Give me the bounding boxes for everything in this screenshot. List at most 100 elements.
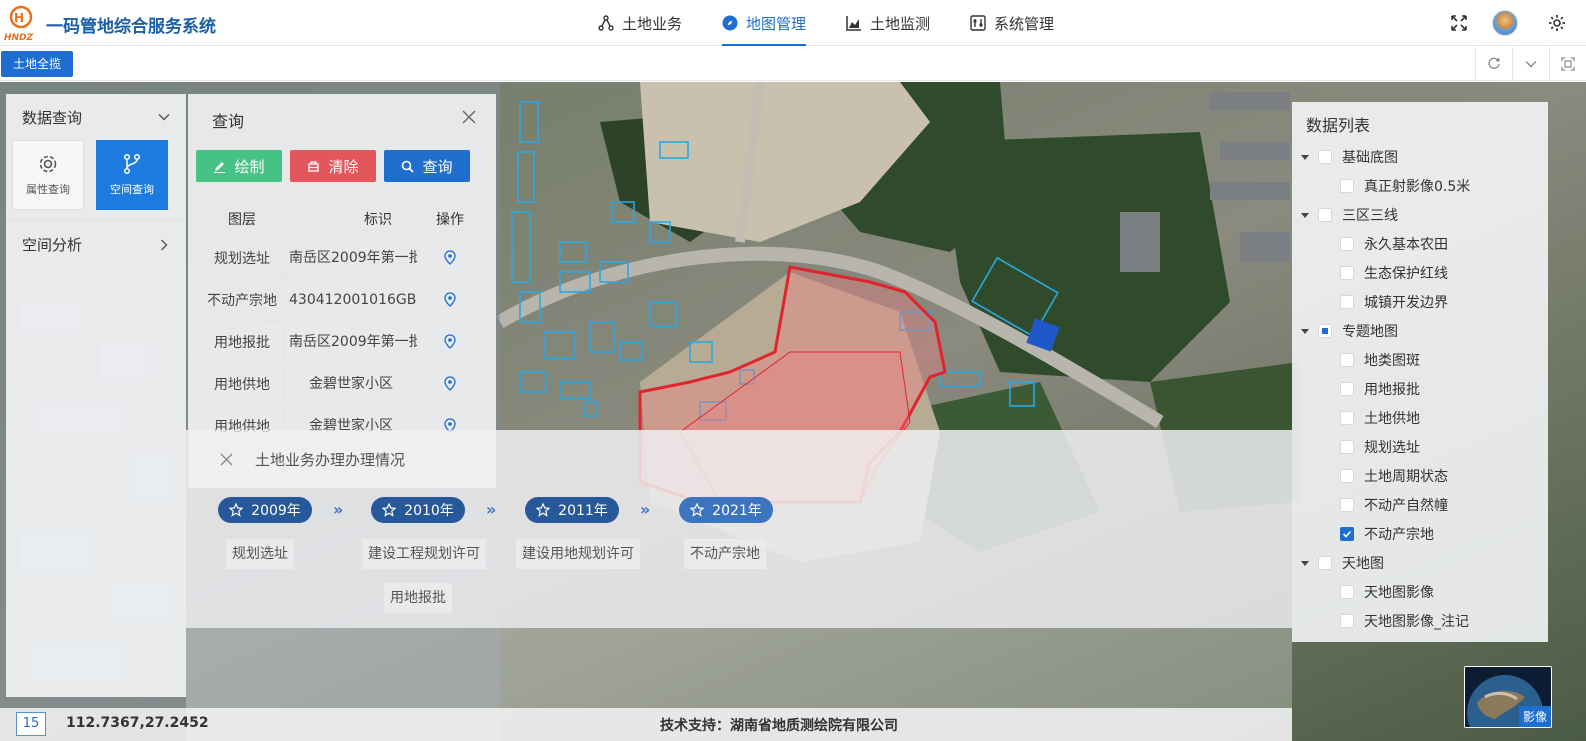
layer-checkbox[interactable]: [1340, 439, 1354, 454]
star-icon: [229, 503, 244, 517]
nav-land-monitoring[interactable]: 土地监测: [846, 0, 930, 46]
layer-checkbox[interactable]: [1340, 178, 1354, 193]
layer-checkbox[interactable]: [1340, 497, 1354, 512]
year-pill-2009[interactable]: 2009年: [218, 497, 312, 523]
step-real-estate-parcel[interactable]: 不动产宗地: [684, 539, 766, 569]
star-icon: [382, 503, 397, 517]
locate-button[interactable]: [418, 334, 482, 349]
nav-map-management[interactable]: 地图管理: [722, 0, 807, 46]
tree-node[interactable]: 生态保护红线: [1292, 258, 1548, 287]
layer-checkbox[interactable]: [1340, 613, 1354, 628]
tree-node[interactable]: 地类图斑: [1292, 345, 1548, 374]
tree-node[interactable]: 不动产宗地: [1292, 519, 1548, 548]
data-query-header[interactable]: 数据查询: [6, 94, 186, 140]
caret-down-icon[interactable]: [1300, 558, 1310, 568]
gear-icon[interactable]: [1548, 14, 1566, 32]
layer-checkbox[interactable]: [1340, 352, 1354, 367]
step-construction-permit[interactable]: 建设工程规划许可: [362, 539, 486, 569]
tree-node[interactable]: 用地报批: [1292, 374, 1548, 403]
clear-label: 清除: [328, 157, 359, 176]
table-row[interactable]: 用地报批 南岳区2009年第一批: [200, 320, 490, 363]
layer-checkbox[interactable]: [1318, 323, 1332, 338]
draw-button[interactable]: 绘制: [196, 150, 282, 182]
tree-node[interactable]: 专题地图: [1292, 316, 1548, 345]
year-label: 2009年: [251, 503, 301, 519]
tree-node[interactable]: 城镇开发边界: [1292, 287, 1548, 316]
close-icon[interactable]: [220, 453, 233, 466]
nav-system-management[interactable]: 系统管理: [970, 0, 1054, 46]
year-pill-2021[interactable]: 2021年: [679, 497, 773, 523]
tree-node[interactable]: 土地周期状态: [1292, 461, 1548, 490]
step-planning-site[interactable]: 规划选址: [226, 539, 294, 569]
table-row[interactable]: 用地供地 金碧世家小区: [200, 404, 490, 432]
location-pin-icon: [444, 334, 456, 349]
layer-checkbox[interactable]: [1340, 410, 1354, 425]
locate-button[interactable]: [418, 292, 482, 307]
tree-node[interactable]: 天地图影像: [1292, 577, 1548, 606]
tree-node[interactable]: 三区三线: [1292, 200, 1548, 229]
tree-node[interactable]: 真正射影像0.5米: [1292, 171, 1548, 200]
tree-label: 永久基本农田: [1364, 236, 1448, 253]
refresh-button[interactable]: [1475, 47, 1512, 81]
table-row[interactable]: 规划选址 南岳区2009年第一批: [200, 236, 490, 279]
tree-node[interactable]: 天地图影像_注记: [1292, 606, 1548, 635]
step-land-approval[interactable]: 用地报批: [384, 583, 452, 613]
attribute-query-button[interactable]: 属性查询: [12, 140, 84, 210]
clear-button[interactable]: 清除: [290, 150, 376, 182]
layer-checkbox[interactable]: [1340, 236, 1354, 251]
basemap-label: 影像: [1518, 706, 1551, 727]
basemap-switcher[interactable]: 影像: [1464, 666, 1552, 728]
year-pill-2011[interactable]: 2011年: [525, 497, 619, 523]
step-land-use-permit[interactable]: 建设用地规划许可: [516, 539, 640, 569]
table-header: 图层 标识 操作: [200, 202, 490, 236]
tree-label: 生态保护红线: [1364, 265, 1448, 282]
layer-checkbox[interactable]: [1318, 555, 1332, 570]
layer-checkbox[interactable]: [1340, 584, 1354, 599]
close-icon[interactable]: [462, 110, 476, 124]
tree-node[interactable]: 不动产自然幢: [1292, 490, 1548, 519]
query-button[interactable]: 查询: [384, 150, 470, 182]
nav-label: 土地业务: [622, 14, 683, 33]
layer-checkbox[interactable]: [1318, 207, 1332, 222]
caret-down-icon[interactable]: [1300, 210, 1310, 220]
tree-node[interactable]: 规划选址: [1292, 432, 1548, 461]
fullscreen-icon[interactable]: [1450, 14, 1468, 32]
locate-button[interactable]: [418, 250, 482, 265]
spatial-query-button[interactable]: 空间查询: [96, 140, 168, 210]
tree-label: 土地周期状态: [1364, 468, 1448, 485]
layer-checkbox[interactable]: [1340, 294, 1354, 309]
caret-down-icon[interactable]: [1300, 152, 1310, 162]
chevron-right-icon: [161, 239, 168, 250]
locate-button[interactable]: [418, 376, 482, 391]
layer-checkbox[interactable]: [1340, 526, 1354, 541]
tab-land-overview[interactable]: 土地全揽: [1, 51, 74, 77]
year-label: 2010年: [404, 503, 454, 519]
column-header-layer: 图层: [228, 212, 256, 228]
tree-label: 不动产宗地: [1364, 526, 1434, 543]
layer-checkbox[interactable]: [1340, 265, 1354, 280]
year-pill-2010[interactable]: 2010年: [371, 497, 465, 523]
maximize-button[interactable]: [1549, 47, 1586, 81]
check-icon: [1342, 530, 1352, 538]
tree-label: 土地供地: [1364, 410, 1420, 427]
tree-node[interactable]: 基础底图: [1292, 142, 1548, 171]
avatar[interactable]: [1492, 10, 1518, 36]
spatial-analysis-item[interactable]: 空间分析: [6, 220, 186, 268]
pencil-icon: [214, 161, 226, 173]
layer-checkbox[interactable]: [1318, 149, 1332, 164]
app-title: 一码管地综合服务系统: [46, 17, 216, 37]
table-row[interactable]: 用地供地 金碧世家小区: [200, 362, 490, 405]
layer-checkbox[interactable]: [1340, 381, 1354, 396]
tab-dropdown-button[interactable]: [1512, 47, 1549, 81]
tree-label: 基础底图: [1342, 149, 1398, 166]
layer-checkbox[interactable]: [1340, 468, 1354, 483]
tree-node[interactable]: 土地供地: [1292, 403, 1548, 432]
tree-label: 三区三线: [1342, 207, 1398, 224]
tree-node[interactable]: 永久基本农田: [1292, 229, 1548, 258]
sliders-icon: [970, 15, 986, 31]
tree-node[interactable]: 天地图: [1292, 548, 1548, 577]
table-row[interactable]: 不动产宗地 430412001016GB0: [200, 278, 490, 321]
nav-land-business[interactable]: 土地业务: [598, 0, 682, 46]
caret-down-icon[interactable]: [1300, 326, 1310, 336]
query-label: 查询: [422, 157, 453, 176]
